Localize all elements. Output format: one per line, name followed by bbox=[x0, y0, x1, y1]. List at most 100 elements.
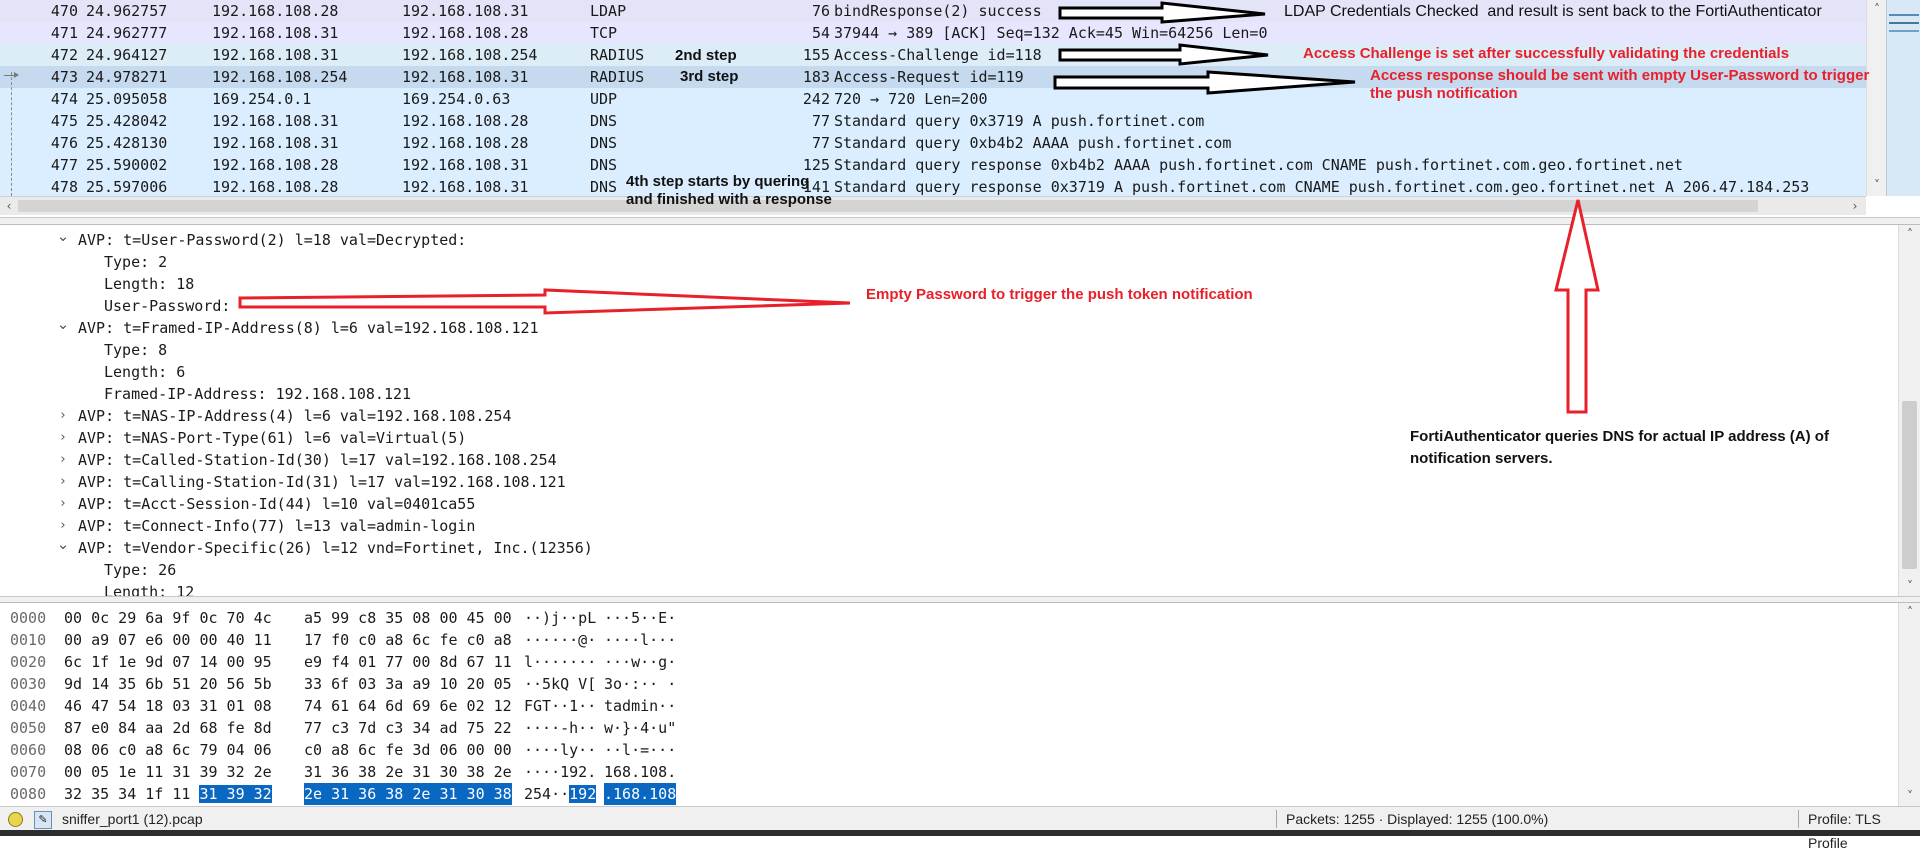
scroll-up-icon[interactable]: ˄ bbox=[1901, 225, 1919, 243]
packet-row[interactable]: 476 25.428130 192.168.108.31 192.168.108.28… bbox=[0, 132, 1866, 154]
scroll-up-icon[interactable]: ˄ bbox=[1868, 0, 1886, 18]
hex-bytes[interactable]: 33 6f 03 3a a9 10 20 05 bbox=[304, 673, 512, 695]
chevron-right-icon[interactable]: › bbox=[56, 427, 70, 449]
hex-bytes[interactable]: 08 06 c0 a8 6c 79 04 06 bbox=[64, 739, 272, 761]
hex-bytes[interactable]: 9d 14 35 6b 51 20 56 5b bbox=[64, 673, 272, 695]
hex-bytes[interactable]: 31 36 38 2e 31 30 38 2e bbox=[304, 761, 512, 783]
ascii-bytes[interactable]: ···5··E· bbox=[604, 607, 676, 629]
byte-offset: 0040 bbox=[10, 697, 47, 715]
packet-row[interactable]: 475 25.428042 192.168.108.31 192.168.108.28… bbox=[0, 110, 1866, 132]
packet-number: 470 bbox=[50, 2, 78, 20]
byte-offset: 0010 bbox=[10, 631, 47, 649]
packet-minimap[interactable] bbox=[1886, 0, 1920, 196]
packet-row[interactable]: 471 24.962777 192.168.108.31 192.168.108.28… bbox=[0, 22, 1866, 44]
hex-bytes[interactable]: 46 47 54 18 03 31 01 08 bbox=[64, 695, 272, 717]
packet-row[interactable]: 478 25.597006 192.168.108.28 192.168.108.31… bbox=[0, 176, 1866, 198]
hex-row[interactable]: 0060 08 06 c0 a8 6c 79 04 06 ····ly·· c0 a8… bbox=[0, 739, 1890, 761]
hex-bytes[interactable]: 00 a9 07 e6 00 00 40 11 bbox=[64, 629, 272, 651]
ascii-bytes[interactable]: FGT··1·· bbox=[524, 695, 596, 717]
hex-row[interactable]: 0010 00 a9 07 e6 00 00 40 11 ······@· 17 f0… bbox=[0, 629, 1890, 651]
ready-indicator-icon[interactable] bbox=[8, 812, 23, 827]
hex-bytes[interactable]: 32 35 34 1f 11 31 39 32 bbox=[64, 783, 272, 805]
hex-row[interactable]: 0050 87 e0 84 aa 2d 68 fe 8d ····-h·· 77 c3… bbox=[0, 717, 1890, 739]
ascii-bytes[interactable]: ····-h·· bbox=[524, 717, 596, 739]
packet-time: 24.962777 bbox=[86, 24, 168, 42]
hex-row[interactable]: 0080 32 35 34 1f 11 31 39 32 254··192 2e 31… bbox=[0, 783, 1890, 805]
scroll-down-icon[interactable]: ˅ bbox=[1901, 787, 1919, 805]
hex-row[interactable]: 0030 9d 14 35 6b 51 20 56 5b ··5kQ V[ 33 6f… bbox=[0, 673, 1890, 695]
chevron-right-icon[interactable]: › bbox=[56, 471, 70, 493]
packet-source: 192.168.108.254 bbox=[212, 68, 348, 86]
capture-comment-icon[interactable]: ✎ bbox=[34, 811, 52, 829]
vscroll-thumb[interactable] bbox=[1902, 401, 1917, 569]
packet-time: 25.597006 bbox=[86, 178, 168, 196]
packet-destination: 192.168.108.28 bbox=[402, 134, 529, 152]
hex-bytes[interactable]: 00 0c 29 6a 9f 0c 70 4c bbox=[64, 607, 272, 629]
ascii-bytes[interactable]: ··5kQ V[ bbox=[524, 673, 596, 695]
annotation-empty-password: Empty Password to trigger the push token… bbox=[866, 286, 1253, 303]
packet-source: 192.168.108.31 bbox=[212, 134, 339, 152]
ascii-bytes[interactable]: l······· bbox=[524, 651, 596, 673]
hscroll-thumb[interactable] bbox=[18, 200, 1758, 212]
details-text: AVP: t=User-Password(2) l=18 val=Decrypt… bbox=[78, 231, 467, 249]
hex-bytes[interactable]: 2e 31 36 38 2e 31 30 38 bbox=[304, 783, 512, 805]
scroll-left-icon[interactable]: ‹ bbox=[0, 197, 18, 215]
hex-row[interactable]: 0020 6c 1f 1e 9d 07 14 00 95 l······· e9 f4… bbox=[0, 651, 1890, 673]
details-text: Type: 8 bbox=[104, 341, 168, 359]
details-vscrollbar[interactable]: ˄ ˅ bbox=[1898, 225, 1920, 597]
packet-bytes[interactable]: 0000 00 0c 29 6a 9f 0c 70 4c ··)j··pL a5 99… bbox=[0, 602, 1920, 807]
chevron-down-icon[interactable]: ⌄ bbox=[56, 225, 70, 247]
hex-bytes[interactable]: e9 f4 01 77 00 8d 67 11 bbox=[304, 651, 512, 673]
scroll-up-icon[interactable]: ˄ bbox=[1901, 603, 1919, 621]
annotation-step3: 3rd step bbox=[680, 68, 739, 85]
packet-list-hscrollbar[interactable]: ‹ › bbox=[0, 196, 1866, 215]
bytes-vscrollbar[interactable]: ˄ ˅ bbox=[1898, 603, 1920, 807]
ascii-bytes[interactable]: ······@· bbox=[524, 629, 596, 651]
chevron-right-icon[interactable]: › bbox=[56, 449, 70, 471]
ascii-bytes[interactable]: ····l··· bbox=[604, 629, 676, 651]
annotation-access-response: Access response should be sent with empt… bbox=[1370, 67, 1870, 102]
packet-list[interactable]: 470 24.962757 192.168.108.28 192.168.108.31… bbox=[0, 0, 1920, 218]
hex-bytes[interactable]: a5 99 c8 35 08 00 45 00 bbox=[304, 607, 512, 629]
chevron-down-icon[interactable]: ⌄ bbox=[56, 313, 70, 335]
ascii-bytes[interactable]: ···w··g· bbox=[604, 651, 676, 673]
chevron-right-icon[interactable]: › bbox=[56, 405, 70, 427]
scroll-down-icon[interactable]: ˅ bbox=[1868, 176, 1886, 194]
scroll-right-icon[interactable]: › bbox=[1846, 197, 1864, 215]
hex-bytes[interactable]: c0 a8 6c fe 3d 06 00 00 bbox=[304, 739, 512, 761]
hex-row[interactable]: 0040 46 47 54 18 03 31 01 08 FGT··1·· 74 61… bbox=[0, 695, 1890, 717]
ascii-bytes[interactable]: 168.108. bbox=[604, 761, 676, 783]
ascii-bytes[interactable]: ····192. bbox=[524, 761, 596, 783]
packet-length: 77 bbox=[811, 112, 830, 130]
packet-row[interactable]: 477 25.590002 192.168.108.28 192.168.108.31… bbox=[0, 154, 1866, 176]
packet-info: 720 → 720 Len=200 bbox=[834, 90, 988, 108]
hex-bytes[interactable]: 6c 1f 1e 9d 07 14 00 95 bbox=[64, 651, 272, 673]
packet-source: 192.168.108.28 bbox=[212, 2, 339, 20]
ascii-bytes[interactable]: ··)j··pL bbox=[524, 607, 596, 629]
hex-bytes[interactable]: 17 f0 c0 a8 6c fe c0 a8 bbox=[304, 629, 512, 651]
hex-bytes[interactable]: 00 05 1e 11 31 39 32 2e bbox=[64, 761, 272, 783]
hex-row[interactable]: 0070 00 05 1e 11 31 39 32 2e ····192. 31 36… bbox=[0, 761, 1890, 783]
hex-bytes[interactable]: 87 e0 84 aa 2d 68 fe 8d bbox=[64, 717, 272, 739]
chevron-down-icon[interactable]: ⌄ bbox=[56, 533, 70, 555]
packet-protocol: DNS bbox=[590, 134, 618, 152]
ascii-bytes[interactable]: w·}·4·u" bbox=[604, 717, 676, 739]
ascii-bytes[interactable]: .168.108 bbox=[604, 783, 677, 805]
ascii-bytes[interactable]: ··l·=··· bbox=[604, 739, 676, 761]
ascii-bytes[interactable]: tadmin·· bbox=[604, 695, 676, 717]
hex-bytes[interactable]: 74 61 64 6d 69 6e 02 12 bbox=[304, 695, 512, 717]
chevron-right-icon[interactable]: › bbox=[56, 493, 70, 515]
ascii-bytes[interactable]: 254··192 bbox=[524, 783, 597, 805]
packet-number: 477 bbox=[50, 156, 78, 174]
byte-offset: 0030 bbox=[10, 675, 47, 693]
annotation-access-challenge: Access Challenge is set after successful… bbox=[1303, 45, 1790, 62]
scroll-down-icon[interactable]: ˅ bbox=[1901, 577, 1919, 595]
hex-bytes[interactable]: 77 c3 7d c3 34 ad 75 22 bbox=[304, 717, 512, 739]
ascii-bytes[interactable]: 3o·:·· · bbox=[604, 673, 676, 695]
packet-details[interactable]: ⌄ AVP: t=User-Password(2) l=18 val=Decryp… bbox=[0, 224, 1920, 597]
packet-number: 474 bbox=[50, 90, 78, 108]
details-text: Framed-IP-Address: 192.168.108.121 bbox=[104, 385, 412, 403]
ascii-bytes[interactable]: ····ly·· bbox=[524, 739, 596, 761]
hex-row[interactable]: 0000 00 0c 29 6a 9f 0c 70 4c ··)j··pL a5 99… bbox=[0, 607, 1890, 629]
annotation-dns-query: FortiAuthenticator queries DNS for actua… bbox=[1410, 428, 1829, 467]
